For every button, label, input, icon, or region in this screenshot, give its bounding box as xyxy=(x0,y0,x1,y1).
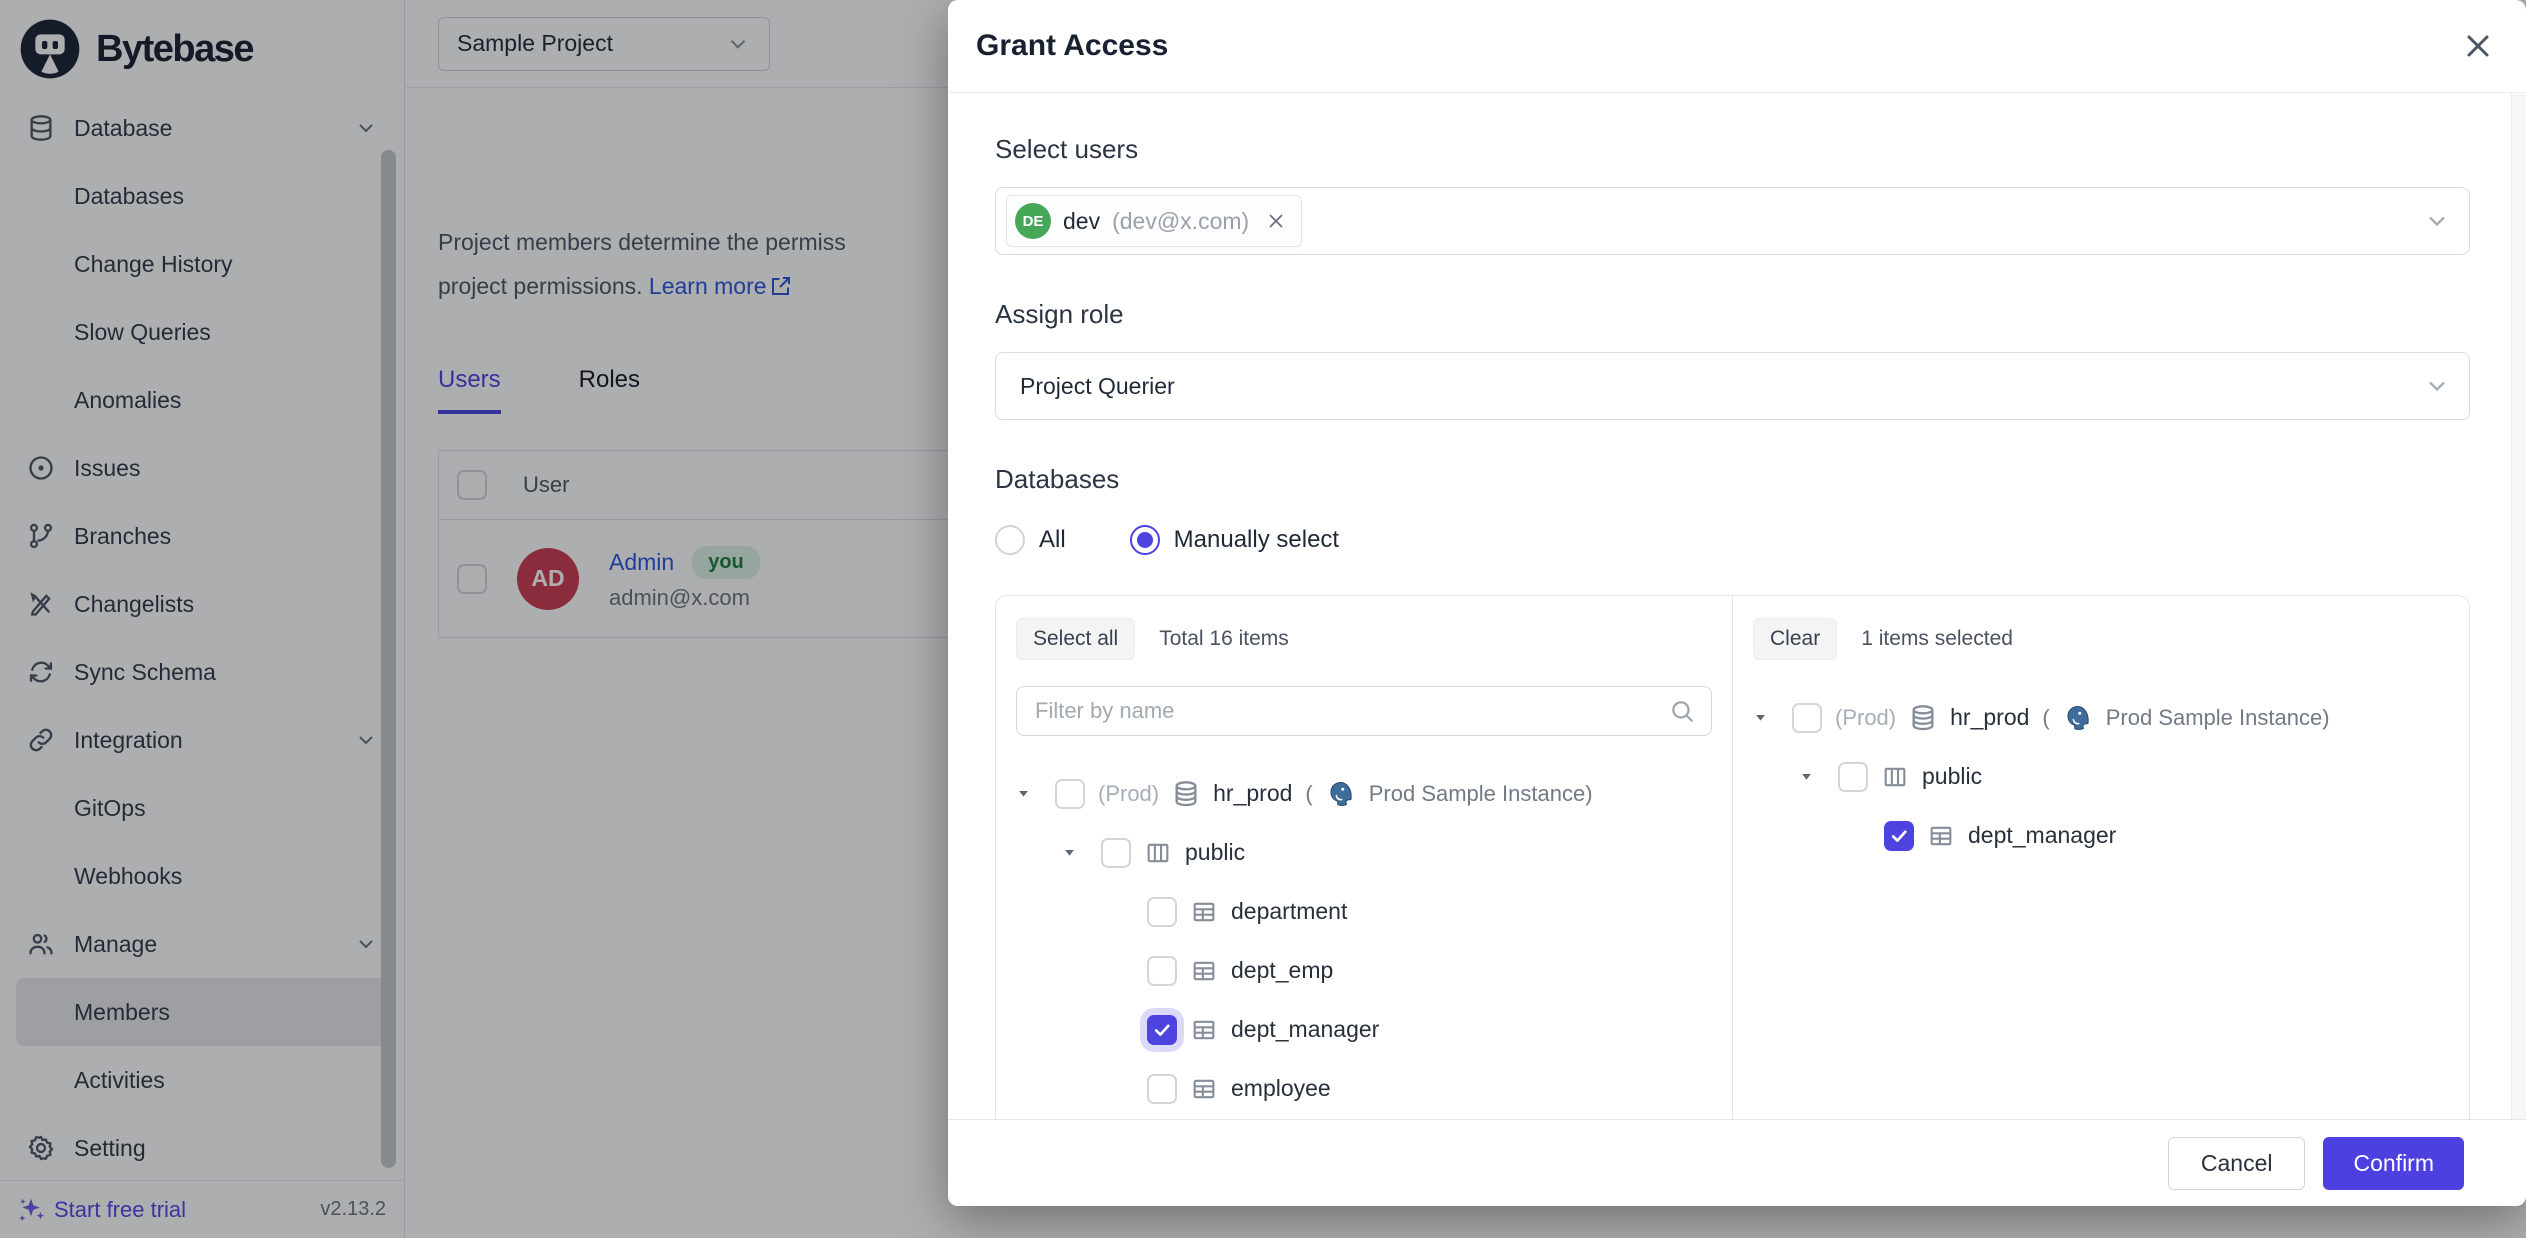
node-name: dept_manager xyxy=(1231,1016,1379,1043)
instance-label: Prod Sample Instance) xyxy=(2106,705,2330,731)
checkbox[interactable] xyxy=(1147,897,1177,927)
checkbox[interactable] xyxy=(1147,956,1177,986)
chevron-down-icon xyxy=(2423,372,2451,400)
tree-row-table[interactable]: department xyxy=(1016,882,1712,941)
caret-down-icon[interactable] xyxy=(1062,845,1088,860)
role-value: Project Querier xyxy=(1006,373,1175,400)
selected-tree: (Prod) hr_prod ( Prod Sample Instance) p… xyxy=(1753,688,2449,865)
source-panel: Select all Total 16 items (Prod) hr_prod… xyxy=(996,596,1733,1119)
cancel-button[interactable]: Cancel xyxy=(2168,1137,2306,1190)
postgresql-icon xyxy=(1326,779,1356,809)
node-name: employee xyxy=(1231,1075,1331,1102)
tree-row-table[interactable]: dept_manager xyxy=(1016,1000,1712,1059)
radio-manually-select[interactable]: Manually select xyxy=(1130,525,1339,555)
environment-label: (Prod) xyxy=(1098,781,1159,807)
tree-row-table[interactable]: dept_manager xyxy=(1753,806,2449,865)
modal-title: Grant Access xyxy=(976,29,1168,63)
grant-access-modal: Grant Access Select users DE dev (dev@x.… xyxy=(948,0,2526,1206)
tree-row-instance[interactable]: (Prod) hr_prod ( Prod Sample Instance) xyxy=(1753,688,2449,747)
node-name: dept_manager xyxy=(1968,822,2116,849)
tree-row-table[interactable]: employee xyxy=(1016,1059,1712,1118)
filter-input[interactable] xyxy=(1033,697,1669,725)
select-users-input[interactable]: DE dev (dev@x.com) xyxy=(995,187,2470,255)
postgresql-icon xyxy=(2063,703,2093,733)
caret-down-icon[interactable] xyxy=(1753,710,1779,725)
node-name: public xyxy=(1185,839,1245,866)
paren: ( xyxy=(1305,781,1312,807)
tree-row-table[interactable]: dept_emp xyxy=(1016,941,1712,1000)
database-icon xyxy=(1909,704,1937,732)
source-tree: (Prod) hr_prod ( Prod Sample Instance) p… xyxy=(1016,764,1712,1118)
table-icon xyxy=(1190,898,1218,926)
checkbox[interactable] xyxy=(1101,838,1131,868)
filter-input-wrap xyxy=(1016,686,1712,736)
checkbox[interactable] xyxy=(1838,762,1868,792)
selected-panel: Clear 1 items selected (Prod) hr_prod ( … xyxy=(1733,596,2469,1119)
modal-body: Select users DE dev (dev@x.com) Assign r… xyxy=(948,94,2512,1119)
database-scope-radios: All Manually select xyxy=(995,525,2470,555)
modal-scrollbar[interactable] xyxy=(2511,94,2526,1119)
checkbox-checked[interactable] xyxy=(1884,821,1914,851)
close-icon[interactable] xyxy=(2460,28,2496,64)
caret-down-icon[interactable] xyxy=(1799,769,1825,784)
radio-label: All xyxy=(1039,526,1066,554)
chip-avatar: DE xyxy=(1015,203,1051,239)
checkbox[interactable] xyxy=(1792,703,1822,733)
instance-label: Prod Sample Instance) xyxy=(1369,781,1593,807)
node-name: department xyxy=(1231,898,1347,925)
remove-user-icon[interactable] xyxy=(1265,210,1287,232)
chip-name: dev xyxy=(1063,208,1100,235)
select-users-label: Select users xyxy=(995,134,2470,165)
radio-circle[interactable] xyxy=(995,525,1025,555)
modal-footer: Cancel Confirm xyxy=(948,1119,2526,1206)
table-icon xyxy=(1190,1016,1218,1044)
paren: ( xyxy=(2042,705,2049,731)
table-icon xyxy=(1190,1075,1218,1103)
checkbox[interactable] xyxy=(1147,1074,1177,1104)
user-chip: DE dev (dev@x.com) xyxy=(1006,195,1302,247)
node-name: public xyxy=(1922,763,1982,790)
assign-role-select[interactable]: Project Querier xyxy=(995,352,2470,420)
schema-icon xyxy=(1881,763,1909,791)
total-count: Total 16 items xyxy=(1159,627,1289,651)
source-panel-header: Select all Total 16 items xyxy=(1016,618,1712,660)
database-transfer-panel: Select all Total 16 items (Prod) hr_prod… xyxy=(995,595,2470,1119)
node-name: dept_emp xyxy=(1231,957,1333,984)
chevron-down-icon xyxy=(2423,207,2451,235)
checkbox[interactable] xyxy=(1055,779,1085,809)
selected-panel-header: Clear 1 items selected xyxy=(1753,618,2449,660)
databases-label: Databases xyxy=(995,464,2470,495)
modal-header: Grant Access xyxy=(948,0,2526,93)
tree-row-instance[interactable]: (Prod) hr_prod ( Prod Sample Instance) xyxy=(1016,764,1712,823)
radio-label: Manually select xyxy=(1174,526,1339,554)
chip-email: (dev@x.com) xyxy=(1112,208,1249,235)
radio-all[interactable]: All xyxy=(995,525,1066,555)
caret-down-icon[interactable] xyxy=(1016,786,1042,801)
selected-count: 1 items selected xyxy=(1861,627,2013,651)
select-all-button[interactable]: Select all xyxy=(1016,618,1135,660)
radio-circle[interactable] xyxy=(1130,525,1160,555)
tree-row-schema[interactable]: public xyxy=(1753,747,2449,806)
table-icon xyxy=(1190,957,1218,985)
node-name: hr_prod xyxy=(1213,780,1292,807)
clear-button[interactable]: Clear xyxy=(1753,618,1837,660)
assign-role-label: Assign role xyxy=(995,299,2470,330)
schema-icon xyxy=(1144,839,1172,867)
search-icon xyxy=(1669,698,1695,724)
table-icon xyxy=(1927,822,1955,850)
database-icon xyxy=(1172,780,1200,808)
tree-row-schema[interactable]: public xyxy=(1016,823,1712,882)
confirm-button[interactable]: Confirm xyxy=(2323,1137,2464,1190)
environment-label: (Prod) xyxy=(1835,705,1896,731)
node-name: hr_prod xyxy=(1950,704,2029,731)
checkbox-checked[interactable] xyxy=(1147,1015,1177,1045)
